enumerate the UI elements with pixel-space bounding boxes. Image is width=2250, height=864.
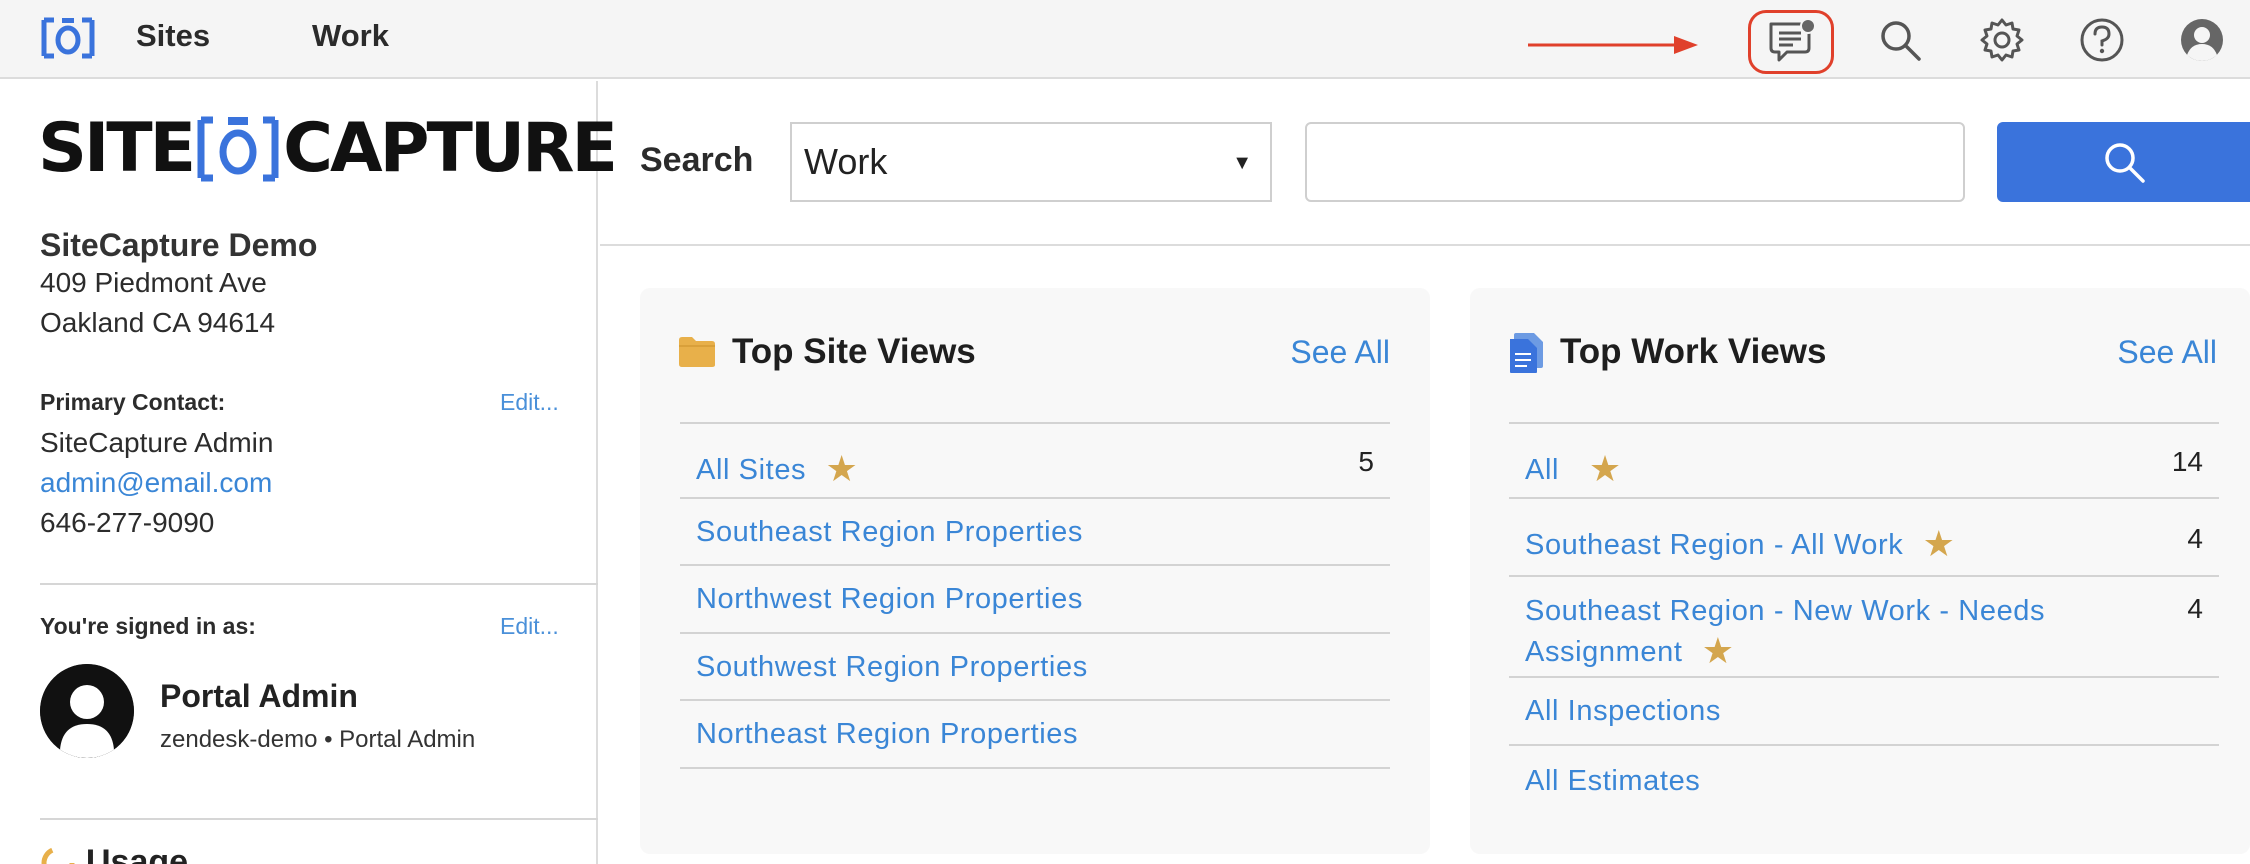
work-view-label: All: [1525, 454, 1560, 486]
signed-in-label: You're signed in as:: [40, 613, 256, 639]
search-icon: [2104, 143, 2145, 183]
folder-icon: [679, 337, 715, 367]
sidebar: SITE CAPTURE SiteCapture Demo 409 Piedmo…: [0, 81, 618, 864]
list-item[interactable]: All Inspections: [1509, 678, 2219, 746]
nav-work[interactable]: Work: [312, 18, 389, 54]
list-item[interactable]: Southeast Region - New Work - Needs Assi…: [1509, 577, 2219, 678]
usage-icon: [41, 846, 75, 864]
site-view-link[interactable]: Southwest Region Properties: [696, 651, 1088, 684]
sidebar-divider: [40, 583, 598, 585]
company-name: SiteCapture Demo: [40, 227, 318, 263]
work-view-label-line2: Assignment: [1525, 636, 1683, 668]
brand-logo-icon: [197, 116, 279, 182]
user-avatar-icon: [40, 664, 134, 758]
sitecapture-wordmark: SITE CAPTURE: [38, 109, 618, 188]
document-icon: [1510, 333, 1543, 373]
contact-email-link[interactable]: admin@email.com: [40, 467, 272, 499]
dropdown-caret-icon: ▼: [1232, 152, 1252, 174]
sitecapture-logo-icon[interactable]: [40, 16, 96, 60]
list-item[interactable]: All ★ 14: [1509, 424, 2219, 499]
work-view-count: 14: [2171, 446, 2203, 477]
search-icon: [1881, 21, 1921, 61]
work-view-link[interactable]: All Estimates: [1525, 765, 1700, 798]
site-view-link[interactable]: Northeast Region Properties: [696, 718, 1078, 751]
site-view-link[interactable]: All Sites ★: [696, 448, 858, 490]
star-icon: ★: [1912, 523, 1956, 564]
search-type-value: Work: [804, 141, 888, 182]
search-button-top[interactable]: [1872, 12, 1928, 68]
nav-sites[interactable]: Sites: [136, 18, 210, 54]
contact-phone: 646-277-9090: [40, 507, 215, 538]
contact-name: SiteCapture Admin: [40, 427, 274, 458]
edit-profile-link[interactable]: Edit...: [500, 613, 559, 640]
list-item[interactable]: Northwest Region Properties: [680, 566, 1390, 634]
brand-left: SITE: [38, 109, 196, 188]
chat-notification-button[interactable]: [1748, 10, 1834, 74]
list-item[interactable]: All Estimates: [1509, 746, 2219, 812]
settings-button[interactable]: [1974, 12, 2030, 68]
top-bar: Sites Work: [0, 0, 2250, 79]
main-divider: [600, 244, 2250, 246]
list-item[interactable]: Southeast Region - All Work ★ 4: [1509, 499, 2219, 577]
list-item[interactable]: All Sites ★ 5: [680, 424, 1390, 499]
star-icon: ★: [814, 448, 859, 489]
top-work-views-panel: Top Work Views See All All ★ 14 Southeas…: [1470, 288, 2250, 854]
address-line1: 409 Piedmont Ave: [40, 267, 267, 298]
brand-right: CAPTURE: [283, 109, 618, 188]
usage-label: Usage: [86, 843, 189, 864]
search-input[interactable]: [1305, 122, 1965, 202]
star-icon: ★: [1691, 630, 1735, 671]
work-views-list: All ★ 14 Southeast Region - All Work ★ 4…: [1509, 422, 2219, 812]
sidebar-divider-2: [40, 818, 598, 820]
list-item[interactable]: Northeast Region Properties: [680, 701, 1390, 769]
help-button[interactable]: [2074, 12, 2130, 68]
list-item[interactable]: Southwest Region Properties: [680, 634, 1390, 701]
user-org-role: zendesk-demo • Portal Admin: [160, 726, 476, 753]
work-view-count: 4: [2187, 593, 2203, 624]
search-type-select[interactable]: Work ▼: [790, 122, 1272, 202]
site-view-link[interactable]: Southeast Region Properties: [696, 516, 1083, 549]
top-site-views-panel: Top Site Views See All All Sites ★ 5 Sou…: [640, 288, 1430, 854]
work-view-label: Southeast Region - All Work: [1525, 529, 1904, 561]
list-item[interactable]: Southeast Region Properties: [680, 499, 1390, 566]
work-view-link[interactable]: All Inspections: [1525, 695, 1721, 728]
account-button[interactable]: [2174, 12, 2230, 68]
site-view-label: All Sites: [696, 454, 807, 486]
user-name: Portal Admin: [160, 678, 358, 714]
site-view-count: 5: [1358, 446, 1374, 477]
top-site-views-title: Top Site Views: [732, 332, 976, 371]
work-view-link[interactable]: Southeast Region - All Work ★: [1525, 523, 1956, 565]
avatar: [40, 664, 134, 758]
work-view-link[interactable]: All ★: [1525, 448, 1622, 490]
see-all-sites-link[interactable]: See All: [1290, 334, 1390, 371]
work-view-label-line1: Southeast Region - New Work - Needs: [1525, 595, 2046, 627]
top-work-views-title: Top Work Views: [1560, 332, 1827, 371]
primary-contact-label: Primary Contact:: [40, 389, 226, 415]
edit-primary-contact-link[interactable]: Edit...: [500, 389, 559, 416]
search-label: Search: [640, 141, 754, 179]
search-submit-button[interactable]: [1997, 122, 2250, 202]
gear-icon: [1980, 18, 2024, 62]
work-view-count: 4: [2187, 523, 2203, 554]
see-all-work-link[interactable]: See All: [2117, 334, 2217, 371]
work-view-link[interactable]: Southeast Region - New Work - Needs Assi…: [1525, 591, 2045, 672]
chat-notification-icon: [1769, 18, 1816, 62]
site-views-list: All Sites ★ 5 Southeast Region Propertie…: [680, 422, 1390, 769]
address-line2: Oakland CA 94614: [40, 307, 276, 338]
usage-heading: Usage: [40, 843, 188, 864]
user-icon: [2181, 19, 2223, 61]
star-icon: ★: [1567, 448, 1622, 489]
help-icon: [2080, 18, 2124, 62]
annotation-arrow: [1528, 36, 1698, 54]
site-view-link[interactable]: Northwest Region Properties: [696, 583, 1083, 616]
